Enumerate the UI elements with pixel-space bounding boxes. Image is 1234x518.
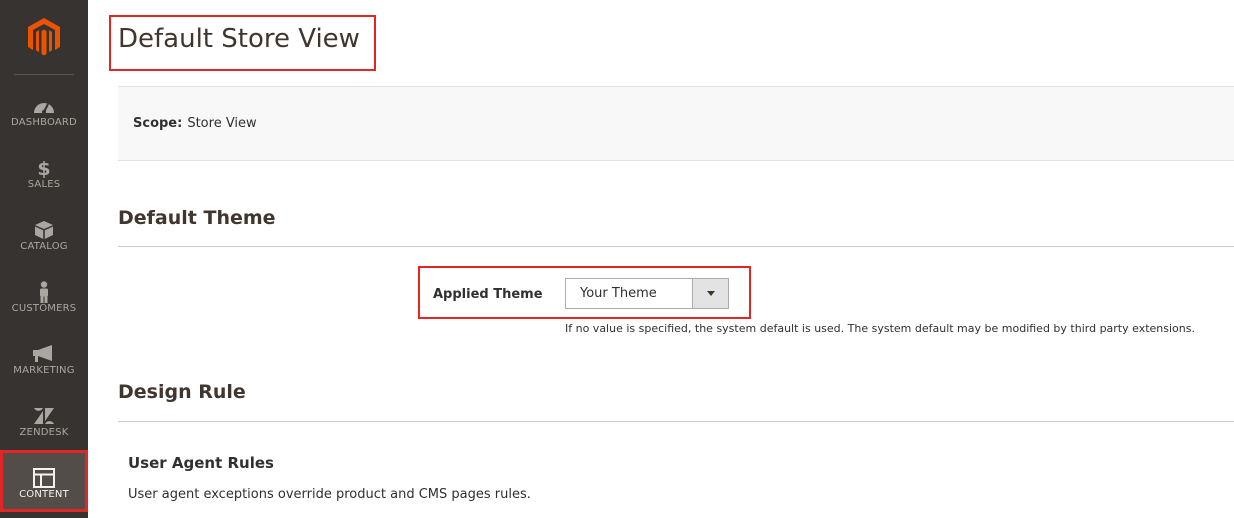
- sidebar-item-sales[interactable]: $ SALES: [0, 140, 88, 202]
- section-title-design-rule[interactable]: Design Rule: [118, 381, 246, 403]
- layout-icon: [33, 468, 55, 488]
- dashboard-icon: [33, 96, 55, 116]
- person-icon: [37, 281, 51, 303]
- page-title: Default Store View: [118, 24, 360, 54]
- admin-sidebar: DASHBOARD $ SALES CATALOG CUSTOMERS MARK…: [0, 0, 88, 518]
- sidebar-item-marketing[interactable]: MARKETING: [0, 326, 88, 388]
- magento-logo[interactable]: [0, 0, 88, 74]
- megaphone-icon: [32, 344, 56, 364]
- section-divider: [118, 421, 1234, 422]
- magento-logo-icon: [28, 18, 60, 56]
- sidebar-item-label: CUSTOMERS: [11, 303, 77, 314]
- user-agent-rules-description: User agent exceptions override product a…: [128, 487, 531, 502]
- sidebar-item-zendesk[interactable]: ZENDESK: [0, 388, 88, 450]
- dropdown-arrow[interactable]: [692, 279, 728, 308]
- sidebar-item-label: ZENDESK: [19, 427, 69, 438]
- applied-theme-select[interactable]: Your Theme: [565, 278, 729, 309]
- caret-down-icon: [706, 291, 715, 296]
- sidebar-item-label: SALES: [27, 179, 61, 190]
- scope-value: Store View: [187, 116, 257, 131]
- applied-theme-note: If no value is specified, the system def…: [565, 322, 1195, 335]
- sidebar-item-catalog[interactable]: CATALOG: [0, 202, 88, 264]
- sidebar-divider: [14, 74, 74, 75]
- sidebar-item-customers[interactable]: CUSTOMERS: [0, 264, 88, 326]
- main-content: Default Store View Scope: Store View Def…: [88, 0, 1234, 518]
- zendesk-icon: [33, 406, 55, 426]
- sidebar-item-dashboard[interactable]: DASHBOARD: [0, 78, 88, 140]
- sidebar-item-label: CONTENT: [19, 489, 69, 500]
- box-icon: [34, 220, 54, 240]
- user-agent-rules-title: User Agent Rules: [128, 454, 274, 472]
- applied-theme-label: Applied Theme: [433, 287, 543, 302]
- section-title-default-theme[interactable]: Default Theme: [118, 207, 276, 229]
- scope-bar: Scope: Store View: [118, 86, 1234, 161]
- svg-text:$: $: [37, 158, 50, 178]
- sidebar-item-label: DASHBOARD: [11, 117, 77, 128]
- sidebar-item-label: MARKETING: [13, 365, 75, 376]
- sidebar-item-label: CATALOG: [20, 241, 68, 252]
- scope-label: Scope:: [133, 116, 183, 131]
- applied-theme-value: Your Theme: [580, 286, 657, 301]
- section-divider: [118, 246, 1234, 247]
- sidebar-item-content[interactable]: CONTENT: [0, 450, 88, 512]
- dollar-icon: $: [37, 158, 51, 178]
